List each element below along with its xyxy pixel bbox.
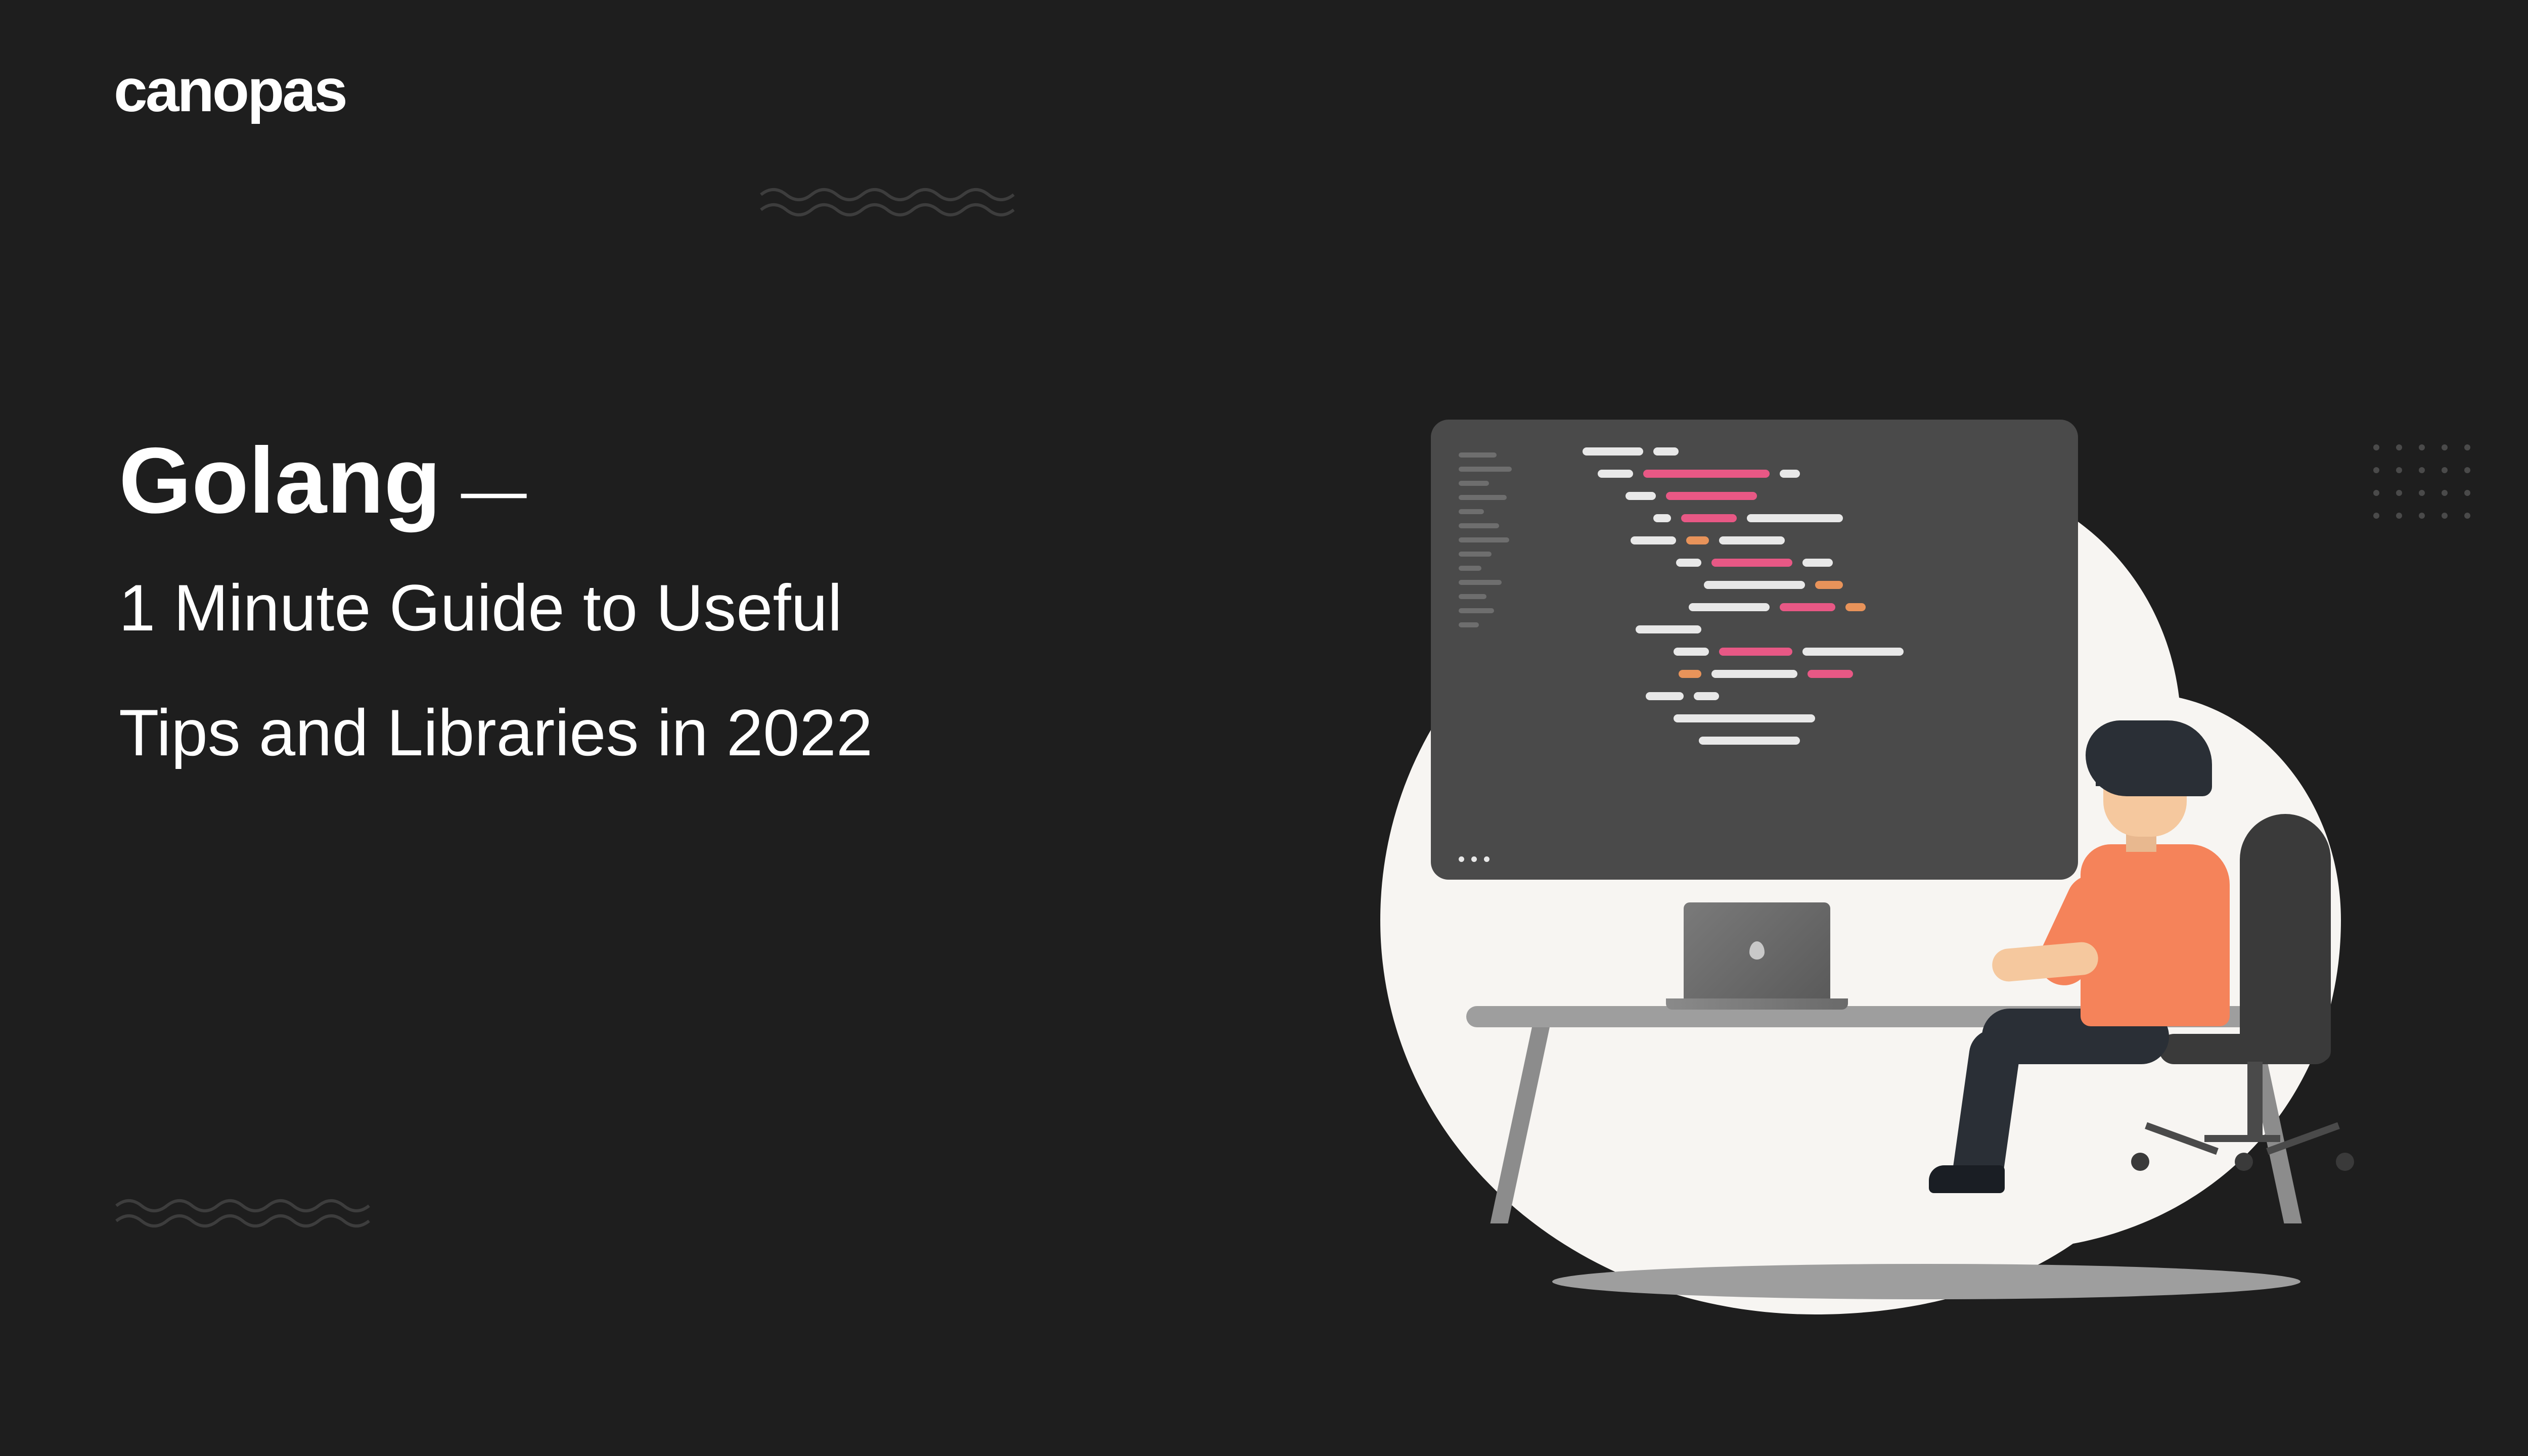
code-lines (1583, 447, 2048, 745)
wave-decoration-bottom (114, 1193, 382, 1228)
chair-base (2154, 1135, 2336, 1150)
title-block: Golang — 1 Minute Guide to Useful Tips a… (119, 427, 873, 784)
wave-decoration-top (758, 182, 1026, 217)
hero-illustration (1380, 354, 2442, 1314)
brand-logo: canopas (114, 56, 346, 125)
logo-text: canopas (114, 56, 346, 125)
floor-shadow (1552, 1264, 2300, 1299)
person-illustration (2012, 672, 2341, 1254)
title-heading: Golang (119, 429, 441, 533)
subtitle-line2: Tips and Libraries in 2022 (119, 682, 873, 784)
subtitle-line1: 1 Minute Guide to Useful (119, 557, 873, 659)
ellipsis-icon (1459, 856, 1489, 862)
title-dash: — (461, 453, 527, 527)
chair-seat (2159, 1034, 2331, 1064)
laptop (1666, 902, 1848, 1014)
laptop-logo-icon (1749, 941, 1765, 960)
code-monitor (1431, 420, 2078, 880)
code-sidebar (1459, 452, 1512, 627)
chair-back (2240, 814, 2331, 1062)
